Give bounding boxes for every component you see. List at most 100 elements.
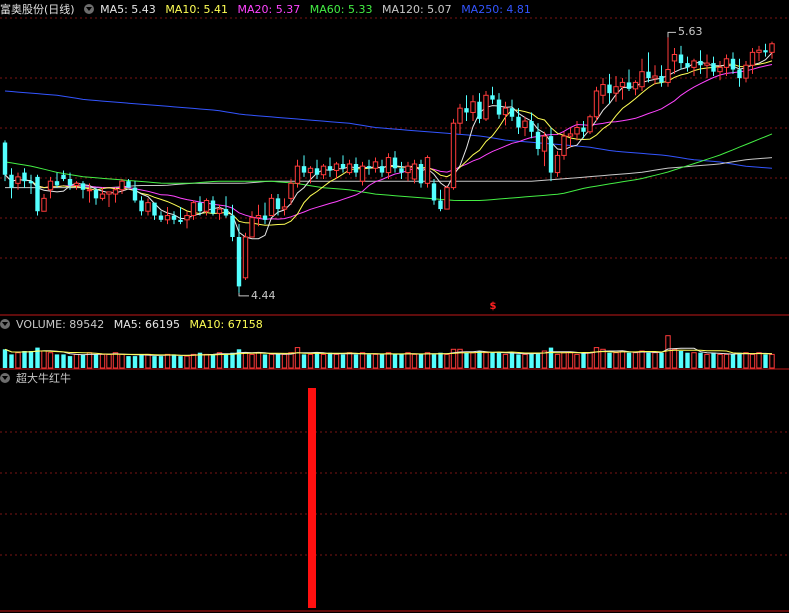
volume-bar bbox=[411, 353, 418, 369]
volume-bar bbox=[106, 353, 112, 369]
volume-bar bbox=[158, 356, 164, 368]
candle bbox=[671, 48, 678, 74]
candle-body bbox=[470, 101, 476, 113]
candle bbox=[418, 159, 424, 188]
volume-bars bbox=[2, 335, 775, 369]
candle bbox=[587, 114, 593, 134]
volume-bar bbox=[593, 347, 600, 369]
volume-bar bbox=[704, 353, 710, 369]
candle-body bbox=[301, 166, 307, 173]
candle-body bbox=[632, 81, 639, 90]
candle-body bbox=[288, 182, 294, 199]
candle-body bbox=[685, 63, 690, 68]
candle bbox=[652, 65, 658, 85]
candle-body bbox=[223, 209, 229, 216]
stock-chart-canvas[interactable] bbox=[0, 0, 789, 613]
candle bbox=[327, 157, 333, 177]
candle bbox=[424, 155, 431, 188]
candle-body bbox=[112, 189, 119, 195]
candle bbox=[190, 200, 197, 220]
candle bbox=[574, 121, 580, 141]
volume-bar bbox=[424, 352, 431, 369]
candle-body bbox=[255, 215, 262, 219]
candle bbox=[600, 78, 606, 104]
volume-bar bbox=[522, 353, 528, 369]
volume-bar bbox=[333, 353, 340, 369]
candle bbox=[171, 211, 177, 225]
candle-body bbox=[41, 197, 47, 212]
volume-bar bbox=[126, 356, 131, 368]
volume-bar bbox=[190, 353, 197, 369]
volume-bar bbox=[178, 356, 183, 368]
candle bbox=[554, 151, 561, 177]
volume-bar bbox=[561, 352, 567, 369]
ma10-line bbox=[4, 60, 773, 226]
candle-body bbox=[665, 69, 671, 83]
volume-bar bbox=[671, 348, 678, 369]
candle bbox=[73, 181, 80, 190]
candle bbox=[541, 131, 548, 167]
candle-body bbox=[554, 154, 561, 174]
candle-body bbox=[132, 187, 138, 201]
indicator-bars bbox=[308, 388, 316, 608]
candle-body bbox=[561, 135, 567, 156]
candle-body bbox=[567, 133, 574, 137]
candle-body bbox=[743, 64, 749, 79]
moving-average-lines bbox=[4, 52, 773, 240]
volume-bar bbox=[516, 354, 521, 368]
candle bbox=[197, 196, 203, 216]
volume-bar bbox=[392, 354, 398, 368]
candle bbox=[112, 187, 119, 203]
candle-body bbox=[659, 75, 664, 83]
candle-body bbox=[372, 161, 379, 169]
candle bbox=[230, 204, 235, 242]
candle-body bbox=[158, 215, 164, 220]
candle bbox=[99, 187, 106, 201]
volume-bar bbox=[749, 353, 756, 369]
candle-body bbox=[35, 176, 40, 212]
volume-bar bbox=[405, 352, 411, 369]
candle-body bbox=[2, 142, 8, 175]
candle-body bbox=[249, 217, 255, 238]
volume-bar bbox=[184, 355, 190, 369]
candle-body bbox=[607, 84, 612, 94]
volume-bar bbox=[730, 354, 736, 368]
candle-body bbox=[509, 108, 515, 117]
candle bbox=[698, 50, 703, 74]
candle-body bbox=[502, 107, 509, 116]
volume-bar bbox=[99, 353, 106, 369]
candle bbox=[106, 191, 112, 207]
candle bbox=[392, 151, 398, 173]
candle bbox=[54, 172, 60, 188]
volume-bar bbox=[327, 352, 333, 368]
volume-bar bbox=[359, 352, 366, 369]
volume-bar bbox=[385, 352, 392, 369]
candle bbox=[275, 194, 281, 216]
candle bbox=[717, 60, 723, 81]
candle bbox=[464, 95, 469, 122]
volume-bar bbox=[639, 350, 645, 369]
candle bbox=[561, 131, 567, 160]
candle bbox=[678, 45, 684, 70]
volume-bar bbox=[483, 352, 489, 369]
volume-bar bbox=[54, 354, 60, 368]
volume-bar bbox=[152, 356, 157, 368]
volume-bar bbox=[145, 353, 151, 369]
volume-bar bbox=[574, 353, 580, 369]
candle-body bbox=[184, 215, 190, 221]
candle-body bbox=[197, 202, 203, 212]
volume-bar bbox=[294, 347, 301, 369]
candle bbox=[444, 185, 450, 210]
volume-bar bbox=[73, 353, 80, 369]
candle bbox=[639, 58, 645, 91]
volume-bar bbox=[255, 352, 262, 369]
candle bbox=[28, 174, 34, 195]
candle bbox=[268, 194, 275, 217]
candle-body bbox=[769, 43, 775, 53]
volume-bar bbox=[711, 352, 716, 368]
volume-bar bbox=[236, 349, 242, 368]
candle bbox=[255, 204, 262, 227]
candle-body bbox=[541, 135, 548, 152]
candle-body bbox=[737, 69, 742, 79]
candle bbox=[411, 159, 418, 184]
